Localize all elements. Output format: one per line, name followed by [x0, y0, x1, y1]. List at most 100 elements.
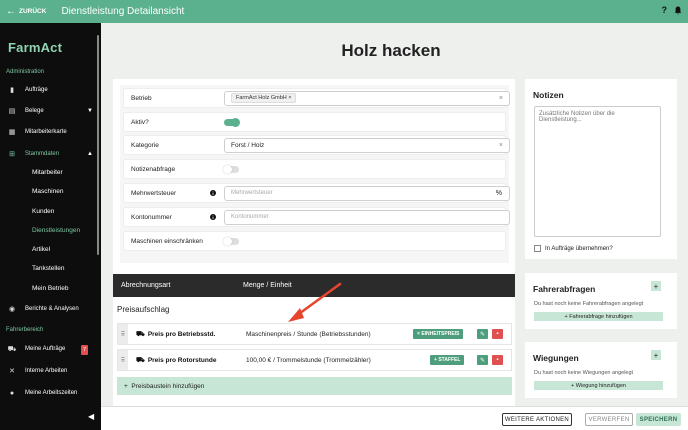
column-header: Abrechnungsart	[121, 282, 171, 289]
add-price-component-button[interactable]: + Preisbaustein hinzufügen	[117, 377, 512, 395]
form-row-maschinen: Maschinen einschränken	[123, 231, 506, 251]
sidebar-item-berichte[interactable]: ◉ Berichte & Analysen	[8, 305, 79, 313]
form-row-kategorie: Kategorie Forst / Holz ×	[123, 135, 510, 155]
hierarchy-icon: ⊞	[9, 151, 15, 158]
chevron-down-icon: ▼	[87, 108, 93, 114]
notes-textarea[interactable]	[534, 106, 661, 237]
sidebar-item-label: Belege	[25, 108, 44, 114]
sidebar-subitem-maschinen[interactable]: Maschinen	[32, 188, 63, 195]
sidebar-item-mitarbeiterkarte[interactable]: ▦ Mitarbeiterkarte	[8, 128, 67, 136]
edit-button[interactable]: ✎	[477, 329, 488, 339]
mehrwertsteuer-label: Mehrwertsteuer	[131, 189, 177, 197]
sidebar-scrollbar[interactable]	[97, 35, 99, 255]
collapse-sidebar-icon[interactable]: ◀	[88, 412, 94, 421]
driver-queries-title: Fahrerabfragen	[533, 284, 596, 294]
sidebar-item-label: Aufträge	[25, 87, 48, 93]
section-administration: Administration	[6, 69, 45, 75]
tractor-icon: ⛟	[7, 345, 17, 353]
info-icon[interactable]: i	[210, 214, 216, 220]
price-unit: Maschinenpreis / Stunde (Betriebsstunden…	[246, 330, 371, 338]
edit-button[interactable]: ✎	[477, 355, 488, 365]
sidebar-item-label: Mitarbeiterkarte	[25, 129, 67, 135]
tractor-icon: ⛟	[136, 356, 145, 364]
unit-price-tag[interactable]: × EINHEITSPREIS	[413, 329, 464, 339]
main-content: Holz hacken Betrieb FarmAct Holz GmbH × …	[101, 23, 688, 430]
person-clock-icon: ●	[9, 389, 15, 397]
sidebar-subitem-kunden[interactable]: Kunden	[32, 208, 54, 215]
maschinen-toggle[interactable]	[223, 236, 239, 246]
notes-card: Notizen In Aufträge übernehmen?	[525, 79, 677, 259]
sidebar-item-arbeitszeiten[interactable]: ● Meine Arbeitszeiten	[8, 389, 78, 397]
sidebar-subitem-artikel[interactable]: Artikel	[32, 246, 50, 253]
plus-icon[interactable]: +	[651, 350, 661, 360]
drag-handle-icon[interactable]: ⠿	[118, 350, 128, 370]
discard-button[interactable]: VERWERFEN	[585, 413, 633, 426]
back-label: ZURÜCK	[19, 8, 47, 15]
sidebar-item-label: Berichte & Analysen	[25, 306, 79, 312]
sidebar-subitem-dienstleistungen[interactable]: Dienstleistungen	[32, 227, 80, 234]
sidebar-item-interne-arbeiten[interactable]: ✕ Interne Arbeiten	[8, 367, 67, 375]
sidebar-item-meine-auftraege[interactable]: ⛟ Meine Aufträge	[7, 345, 66, 353]
form-row-notizenabfrage: Notizenabfrage	[123, 159, 506, 179]
map-icon: ▦	[8, 129, 16, 136]
sidebar-item-auftraege[interactable]: ▮ Aufträge	[8, 86, 48, 94]
section-heading: Preisaufschlag	[117, 305, 170, 314]
back-button[interactable]: ← ZURÜCK	[6, 6, 47, 17]
sidebar-item-stammdaten[interactable]: ⊞ Stammdaten ▲	[8, 150, 93, 158]
chevron-up-icon: ▲	[87, 151, 93, 157]
top-bar: ← ZURÜCK Dienstleistung Detailansicht ?	[0, 0, 688, 23]
sidebar-subitem-mein-betrieb[interactable]: Mein Betrieb	[32, 285, 69, 292]
sidebar-subitem-tankstellen[interactable]: Tankstellen	[32, 265, 65, 272]
document-icon: ▤	[8, 108, 16, 115]
kategorie-select[interactable]: Forst / Holz ×	[224, 137, 510, 153]
kontonummer-field[interactable]: Kontonummer	[224, 209, 510, 225]
more-actions-button[interactable]: WEITERE AKTIONEN	[502, 413, 572, 426]
price-unit: 100,00 € / Trommelstunde (Trommelzähler)	[246, 356, 371, 364]
sidebar: FarmAct Administration ▮ Aufträge ▤ Bele…	[0, 23, 101, 430]
sidebar-subitem-mitarbeiter[interactable]: Mitarbeiter	[32, 169, 63, 176]
help-icon[interactable]: ?	[662, 5, 668, 15]
maschinen-label: Maschinen einschränken	[131, 237, 203, 245]
notizenabfrage-toggle[interactable]	[223, 164, 239, 174]
form-row-mehrwertsteuer: Mehrwertsteuer i Mehrwertsteuer %	[123, 183, 510, 203]
kategorie-label: Kategorie	[131, 141, 159, 149]
logo: FarmAct	[8, 40, 63, 55]
apply-to-orders-checkbox[interactable]: In Aufträge übernehmen?	[534, 245, 613, 252]
percent-suffix: %	[495, 189, 502, 197]
notes-title: Notizen	[533, 90, 564, 100]
clipboard-icon: ▮	[10, 87, 14, 94]
clear-icon[interactable]: ×	[499, 142, 503, 149]
drag-handle-icon[interactable]: ⠿	[118, 324, 128, 344]
clear-icon[interactable]: ×	[499, 95, 503, 102]
sidebar-item-label: Stammdaten	[25, 151, 60, 157]
info-icon[interactable]: i	[210, 190, 216, 196]
service-title: Holz hacken	[341, 41, 441, 60]
weighings-title: Wiegungen	[533, 353, 579, 363]
betrieb-select[interactable]: FarmAct Holz GmbH × ×	[224, 90, 510, 106]
save-button[interactable]: SPEICHERN	[636, 413, 681, 426]
staffel-tag[interactable]: + STAFFEL	[430, 355, 465, 365]
add-weighing-button[interactable]: + Wiegung hinzufügen	[534, 381, 663, 390]
mehrwertsteuer-field[interactable]: Mehrwertsteuer %	[224, 185, 510, 201]
form-row-kontonummer: Kontonummer i Kontonummer	[123, 207, 510, 227]
bell-icon[interactable]	[674, 6, 682, 15]
table-row: ⠿ ⛟ Preis pro Betriebsstd. Maschinenpreis…	[117, 323, 512, 345]
plus-icon[interactable]: +	[651, 281, 661, 291]
sidebar-item-belege[interactable]: ▤ Belege ▼	[8, 107, 93, 115]
price-table-header: Abrechnungsart Menge / Einheit	[113, 274, 515, 297]
betrieb-chip[interactable]: FarmAct Holz GmbH ×	[231, 93, 297, 103]
delete-button[interactable]: ▪	[492, 355, 503, 365]
tools-icon: ✕	[9, 368, 15, 375]
delete-button[interactable]: ▪	[492, 329, 503, 339]
tractor-icon: ⛟	[136, 330, 145, 338]
empty-text: Du hast noch keine Fahrerabfragen angele…	[534, 301, 644, 307]
notizenabfrage-label: Notizenabfrage	[131, 165, 176, 173]
aktiv-label: Aktiv?	[131, 118, 149, 126]
sidebar-item-label: Interne Arbeiten	[25, 368, 68, 374]
service-form: Betrieb FarmAct Holz GmbH × × Aktiv? Kat…	[120, 85, 510, 263]
count-badge: 7	[81, 345, 88, 355]
aktiv-toggle[interactable]	[224, 117, 240, 127]
price-name: Preis pro Betriebsstd.	[147, 330, 216, 338]
add-driver-query-button[interactable]: + Fahrerabfrage hinzufügen	[534, 312, 663, 321]
form-row-betrieb: Betrieb FarmAct Holz GmbH × ×	[123, 88, 510, 108]
